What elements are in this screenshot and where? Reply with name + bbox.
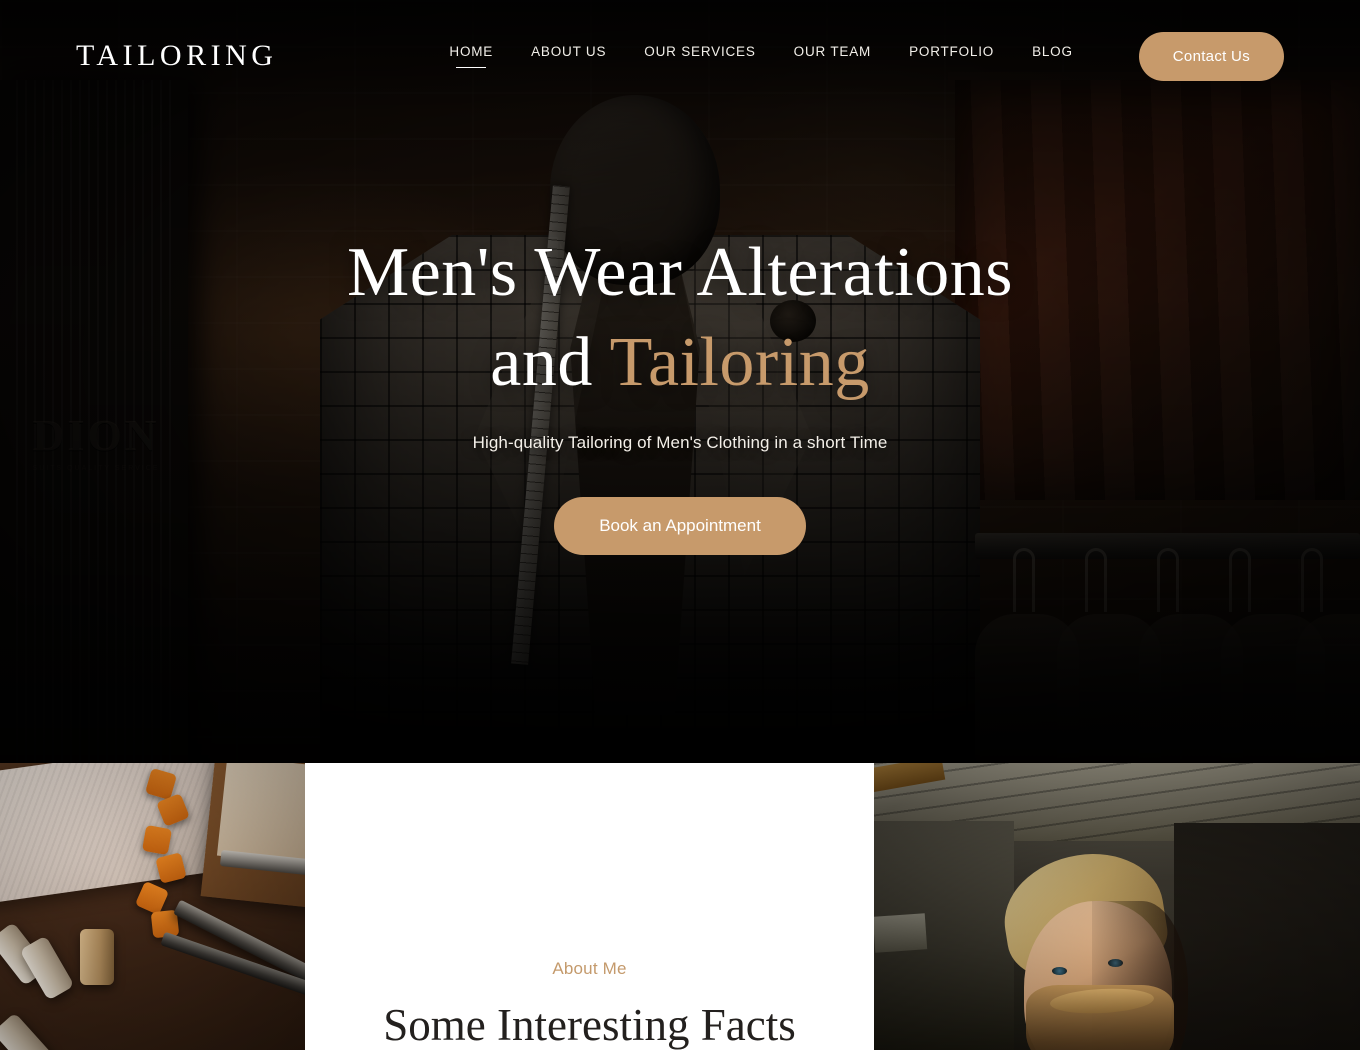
about-eyebrow: About Me (552, 959, 627, 978)
about-section: About Me Some Interesting Facts (0, 763, 1360, 1050)
about-text-column: About Me Some Interesting Facts (305, 763, 874, 1050)
site-logo[interactable]: TAILORING (76, 39, 277, 73)
main-navigation: HOME ABOUT US OUR SERVICES OUR TEAM PORT… (449, 44, 1072, 68)
tailor-portrait-photo (874, 763, 1360, 1050)
photo-vignette (874, 763, 1360, 1050)
nav-item-blog[interactable]: BLOG (1032, 44, 1073, 68)
hero-section: DION SUITS QUALITY SERVICE TAILORING HO (0, 0, 1360, 763)
book-appointment-button[interactable]: Book an Appointment (554, 497, 806, 556)
nav-item-portfolio[interactable]: PORTFOLIO (909, 44, 994, 68)
sewing-desk-photo (0, 763, 305, 1050)
hero-background-photo: DION SUITS QUALITY SERVICE (0, 0, 1360, 763)
nav-item-about-us[interactable]: ABOUT US (531, 44, 606, 68)
hero-overlay (0, 0, 1360, 763)
nav-item-home[interactable]: HOME (449, 44, 493, 68)
nav-item-our-services[interactable]: OUR SERVICES (644, 44, 755, 68)
photo-vignette (0, 763, 305, 1050)
nav-item-our-team[interactable]: OUR TEAM (794, 44, 871, 68)
about-heading: Some Interesting Facts (383, 1000, 796, 1050)
site-header: TAILORING HOME ABOUT US OUR SERVICES OUR… (0, 0, 1360, 112)
contact-us-button[interactable]: Contact Us (1138, 31, 1284, 81)
